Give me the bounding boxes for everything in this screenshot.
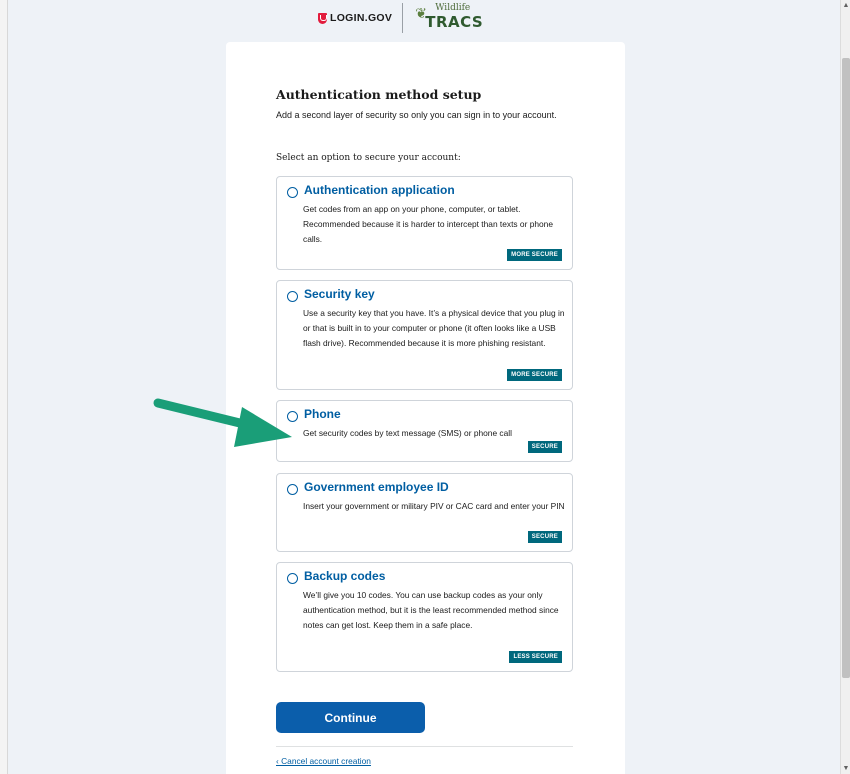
option-title: Authentication application: [304, 183, 455, 197]
security-badge: SECURE: [527, 531, 562, 543]
select-option-label: Select an option to secure your account:: [276, 153, 461, 163]
option-description: We’ll give you 10 codes. You can use bac…: [303, 590, 559, 630]
intro-text: Add a second layer of security so only y…: [276, 110, 557, 120]
option-authentication-application[interactable]: Authentication application Get codes fro…: [276, 176, 573, 270]
window-left-border: [0, 0, 8, 774]
option-title: Security key: [304, 287, 375, 301]
security-badge: MORE SECURE: [507, 249, 562, 261]
option-title: Phone: [304, 407, 341, 421]
login-gov-logo-text: LOGIN.GOV: [330, 12, 393, 24]
option-description: Get security codes by text message (SMS)…: [303, 428, 512, 438]
divider-line: [276, 746, 573, 747]
page-header: LOGIN.GOV ❦ Wildlife TRACS: [318, 0, 485, 36]
logo-divider: [402, 3, 404, 33]
option-title: Backup codes: [304, 569, 386, 583]
radio-button[interactable]: [287, 573, 298, 584]
option-title: Government employee ID: [304, 480, 449, 494]
option-backup-codes[interactable]: Backup codes We’ll give you 10 codes. Yo…: [276, 562, 573, 672]
wildlife-tracs-logo-top: Wildlife: [435, 3, 471, 13]
option-description: Get codes from an app on your phone, com…: [303, 204, 553, 244]
option-security-key[interactable]: Security key Use a security key that you…: [276, 280, 573, 390]
scrollbar-thumb[interactable]: [842, 58, 850, 678]
radio-button[interactable]: [287, 187, 298, 198]
vertical-scrollbar[interactable]: ▲ ▼: [840, 0, 850, 774]
cancel-account-creation-link[interactable]: ‹ Cancel account creation: [276, 756, 371, 766]
annotation-arrow-icon: [153, 398, 292, 447]
option-phone[interactable]: Phone Get security codes by text message…: [276, 400, 573, 462]
page-title: Authentication method setup: [276, 87, 482, 102]
security-badge: SECURE: [527, 441, 562, 453]
security-badge: LESS SECURE: [509, 651, 562, 663]
radio-button[interactable]: [287, 291, 298, 302]
option-description: Use a security key that you have. It’s a…: [303, 308, 565, 348]
shield-icon: [318, 12, 327, 24]
scroll-up-arrow-icon[interactable]: ▲: [841, 2, 850, 9]
wildlife-tracs-logo: ❦ Wildlife TRACS: [413, 3, 485, 33]
security-badge: MORE SECURE: [507, 369, 562, 381]
option-description: Insert your government or military PIV o…: [303, 501, 565, 511]
scroll-down-arrow-icon[interactable]: ▼: [841, 765, 850, 772]
radio-button[interactable]: [287, 484, 298, 495]
option-government-employee-id[interactable]: Government employee ID Insert your gover…: [276, 473, 573, 552]
wildlife-tracs-logo-main: TRACS: [425, 13, 484, 31]
login-gov-logo: LOGIN.GOV: [318, 12, 392, 24]
continue-button[interactable]: Continue: [276, 702, 425, 733]
